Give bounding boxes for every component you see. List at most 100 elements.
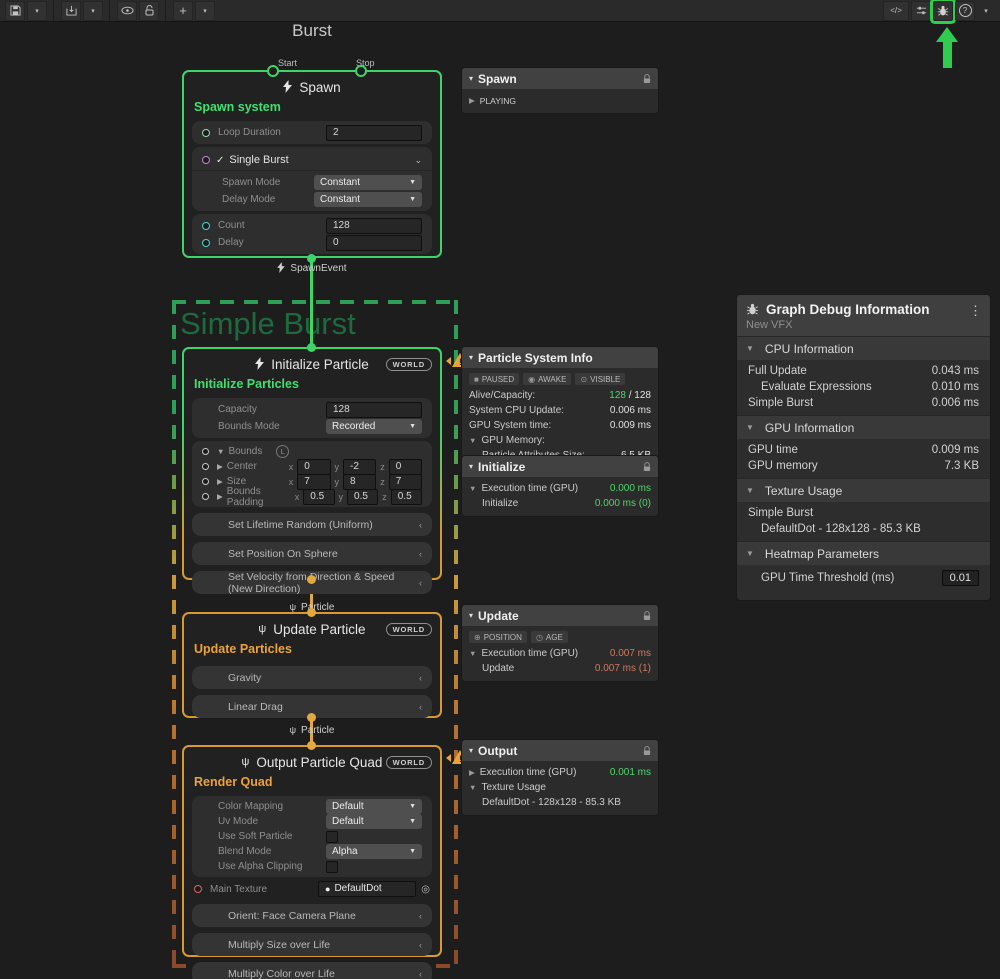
- block-collapse-icon[interactable]: ‹: [419, 911, 422, 921]
- texture-usage-header[interactable]: ▼ Texture Usage: [737, 478, 990, 502]
- block-collapse-icon[interactable]: ‹: [419, 578, 422, 588]
- block-collapse-icon[interactable]: ‹: [419, 702, 422, 712]
- single-burst-port[interactable]: [202, 156, 210, 164]
- initialize-output-port[interactable]: [307, 575, 316, 584]
- padding-y-input[interactable]: 0.5: [347, 489, 378, 505]
- loop-duration-input[interactable]: 2: [326, 125, 422, 141]
- delay-port[interactable]: [202, 239, 210, 247]
- world-space-badge[interactable]: WORLD: [386, 358, 432, 371]
- padding-z-input[interactable]: 0.5: [391, 489, 422, 505]
- loop-duration-port[interactable]: [202, 129, 210, 137]
- lock-icon[interactable]: [643, 611, 651, 621]
- add-button[interactable]: +: [173, 1, 193, 21]
- block-multiply-color[interactable]: Multiply Color over Life‹: [192, 962, 432, 979]
- foldout-closed-icon[interactable]: ▶: [217, 462, 223, 471]
- center-y-input[interactable]: -2: [343, 459, 376, 475]
- block-set-lifetime[interactable]: Set Lifetime Random (Uniform)‹: [192, 513, 432, 536]
- collapse-chevron-icon[interactable]: ⌄: [414, 155, 422, 166]
- block-collapse-icon[interactable]: ‹: [419, 520, 422, 530]
- size-y-input[interactable]: 8: [343, 474, 376, 490]
- foldout-open-icon[interactable]: ▼: [469, 649, 476, 658]
- main-texture-field[interactable]: ● DefaultDot: [318, 881, 416, 897]
- block-multiply-size[interactable]: Multiply Size over Life‹: [192, 933, 432, 956]
- initialize-input-port[interactable]: [307, 343, 316, 352]
- play-icon[interactable]: ▶: [469, 96, 475, 105]
- blend-mode-dropdown[interactable]: Alpha▼: [326, 844, 422, 859]
- update-context-node[interactable]: ψ Update Particle WORLD Update Particles…: [182, 612, 442, 718]
- add-dropdown-button[interactable]: ▾: [195, 1, 215, 21]
- main-texture-port[interactable]: [194, 885, 202, 893]
- bounds-port[interactable]: [202, 448, 209, 455]
- lock-icon[interactable]: [643, 746, 651, 756]
- world-space-badge[interactable]: WORLD: [386, 623, 432, 636]
- block-collapse-icon[interactable]: ‹: [419, 969, 422, 979]
- cpu-information-header[interactable]: ▼ CPU Information: [737, 336, 990, 360]
- start-port[interactable]: [267, 65, 279, 77]
- lock-icon[interactable]: [643, 462, 651, 472]
- kebab-menu-icon[interactable]: ⋮: [969, 303, 982, 319]
- lock-toggle-button[interactable]: [139, 1, 159, 21]
- delay-input[interactable]: 0: [326, 235, 422, 251]
- update-output-port[interactable]: [307, 713, 316, 722]
- count-input[interactable]: 128: [326, 218, 422, 234]
- foldout-open-icon[interactable]: ▼: [469, 484, 476, 493]
- foldout-open-icon[interactable]: ▼: [469, 783, 476, 792]
- spawn-mode-dropdown[interactable]: Constant▼: [314, 175, 422, 190]
- link-toggle-button[interactable]: [117, 1, 137, 21]
- bounds-padding-port[interactable]: [202, 493, 209, 500]
- delay-mode-dropdown[interactable]: Constant▼: [314, 192, 422, 207]
- single-burst-checkbox[interactable]: ✓: [216, 155, 224, 166]
- size-z-input[interactable]: 7: [389, 474, 422, 490]
- update-input-port[interactable]: [307, 608, 316, 617]
- capacity-input[interactable]: 128: [326, 402, 422, 418]
- save-dropdown-button[interactable]: ▾: [27, 1, 47, 21]
- output-context-node[interactable]: ψ Output Particle Quad WORLD Render Quad…: [182, 745, 442, 957]
- help-button[interactable]: ?: [955, 1, 975, 21]
- block-gravity[interactable]: Gravity‹: [192, 666, 432, 689]
- world-space-badge[interactable]: WORLD: [386, 756, 432, 769]
- lock-icon[interactable]: [643, 74, 651, 84]
- heatmap-parameters-header[interactable]: ▼ Heatmap Parameters: [737, 541, 990, 565]
- initialize-context-node[interactable]: Initialize Particle WORLD Initialize Par…: [182, 347, 442, 580]
- block-set-position[interactable]: Set Position On Sphere‹: [192, 542, 432, 565]
- stop-port[interactable]: [355, 65, 367, 77]
- block-collapse-icon[interactable]: ‹: [419, 549, 422, 559]
- foldout-open-icon[interactable]: ▼: [217, 447, 224, 456]
- link-space-icon[interactable]: L: [276, 445, 289, 458]
- gpu-threshold-input[interactable]: 0.01: [942, 570, 979, 586]
- export-button[interactable]: [61, 1, 81, 21]
- size-port[interactable]: [202, 478, 209, 485]
- soft-particle-checkbox[interactable]: [326, 831, 338, 843]
- output-input-port[interactable]: [307, 741, 316, 750]
- group-label[interactable]: Simple Burst: [180, 306, 356, 342]
- object-picker-icon[interactable]: ◎: [421, 884, 430, 895]
- compile-code-button[interactable]: </>: [883, 1, 909, 21]
- collapse-chevron-icon[interactable]: ▾: [469, 462, 473, 471]
- collapse-chevron-icon[interactable]: ▾: [469, 611, 473, 620]
- bounds-mode-dropdown[interactable]: Recorded▼: [326, 419, 422, 434]
- alpha-clipping-checkbox[interactable]: [326, 861, 338, 873]
- block-orient[interactable]: Orient: Face Camera Plane‹: [192, 904, 432, 927]
- size-x-input[interactable]: 7: [297, 474, 330, 490]
- collapse-chevron-icon[interactable]: ▾: [469, 74, 473, 83]
- color-mapping-dropdown[interactable]: Default▼: [326, 799, 422, 814]
- padding-x-input[interactable]: 0.5: [303, 489, 334, 505]
- block-collapse-icon[interactable]: ‹: [419, 673, 422, 683]
- center-port[interactable]: [202, 463, 209, 470]
- foldout-open-icon[interactable]: ▼: [469, 436, 476, 445]
- count-port[interactable]: [202, 222, 210, 230]
- block-collapse-icon[interactable]: ‹: [419, 940, 422, 950]
- collapse-chevron-icon[interactable]: ▾: [469, 746, 473, 755]
- collapse-chevron-icon[interactable]: ▾: [469, 353, 473, 362]
- center-z-input[interactable]: 0: [389, 459, 422, 475]
- spawn-context-node[interactable]: Spawn Spawn system Loop Duration 2 ✓ Sin…: [182, 70, 442, 258]
- toolbar-more-button[interactable]: ▾: [977, 2, 995, 20]
- gpu-information-header[interactable]: ▼ GPU Information: [737, 415, 990, 439]
- save-button[interactable]: [5, 1, 25, 21]
- foldout-closed-icon[interactable]: ▶: [217, 492, 223, 501]
- settings-sliders-button[interactable]: [911, 1, 931, 21]
- foldout-closed-icon[interactable]: ▶: [217, 477, 223, 486]
- debug-bug-button[interactable]: [933, 1, 953, 21]
- center-x-input[interactable]: 0: [297, 459, 330, 475]
- export-dropdown-button[interactable]: ▾: [83, 1, 103, 21]
